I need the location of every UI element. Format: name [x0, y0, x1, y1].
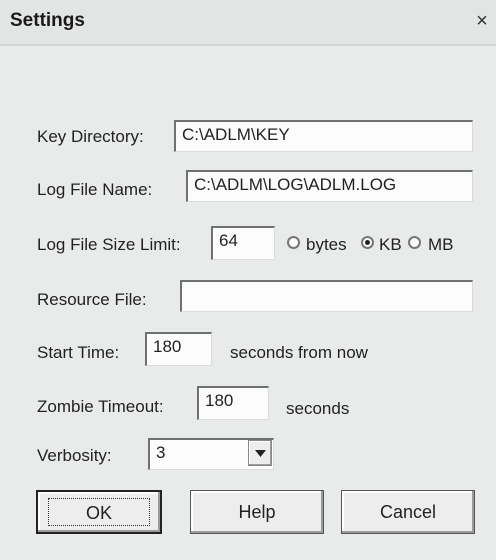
log-file-size-limit-label: Log File Size Limit:	[37, 235, 181, 254]
zombie-timeout-input[interactable]: 180	[197, 386, 269, 420]
unit-mb-radio[interactable]	[408, 236, 421, 249]
chevron-down-icon	[255, 450, 266, 457]
unit-mb-label: MB	[428, 235, 454, 254]
key-directory-label: Key Directory:	[37, 127, 144, 146]
focus-ring	[48, 498, 150, 526]
ok-button[interactable]: OK	[36, 490, 162, 534]
unit-bytes-label: bytes	[306, 235, 347, 254]
start-time-suffix: seconds from now	[230, 343, 368, 362]
verbosity-label: Verbosity:	[37, 446, 112, 465]
log-file-name-label: Log File Name:	[37, 180, 153, 199]
help-button[interactable]: Help	[190, 490, 324, 534]
start-time-label: Start Time:	[37, 343, 120, 362]
log-file-name-input[interactable]: C:\ADLM\LOG\ADLM.LOG	[186, 170, 473, 202]
dialog-title: Settings	[10, 10, 85, 31]
log-file-size-input[interactable]: 64	[211, 226, 275, 260]
zombie-timeout-label: Zombie Timeout:	[37, 397, 164, 416]
unit-kb-label: KB	[379, 235, 402, 254]
unit-bytes-radio[interactable]	[287, 236, 300, 249]
settings-dialog: Settings × Key Directory: C:\ADLM\KEY Lo…	[0, 0, 496, 560]
resource-file-input[interactable]	[180, 280, 473, 312]
key-directory-input[interactable]: C:\ADLM\KEY	[174, 120, 473, 152]
cancel-button-label: Cancel	[379, 502, 437, 522]
start-time-input[interactable]: 180	[145, 332, 212, 366]
zombie-timeout-suffix: seconds	[286, 399, 350, 418]
close-icon[interactable]: ×	[470, 10, 494, 34]
title-bar: Settings ×	[0, 0, 496, 46]
help-button-label: Help	[238, 502, 276, 522]
cancel-button[interactable]: Cancel	[341, 490, 475, 534]
resource-file-label: Resource File:	[37, 290, 147, 309]
unit-kb-radio[interactable]	[361, 236, 374, 249]
verbosity-dropdown-button[interactable]	[248, 440, 272, 466]
